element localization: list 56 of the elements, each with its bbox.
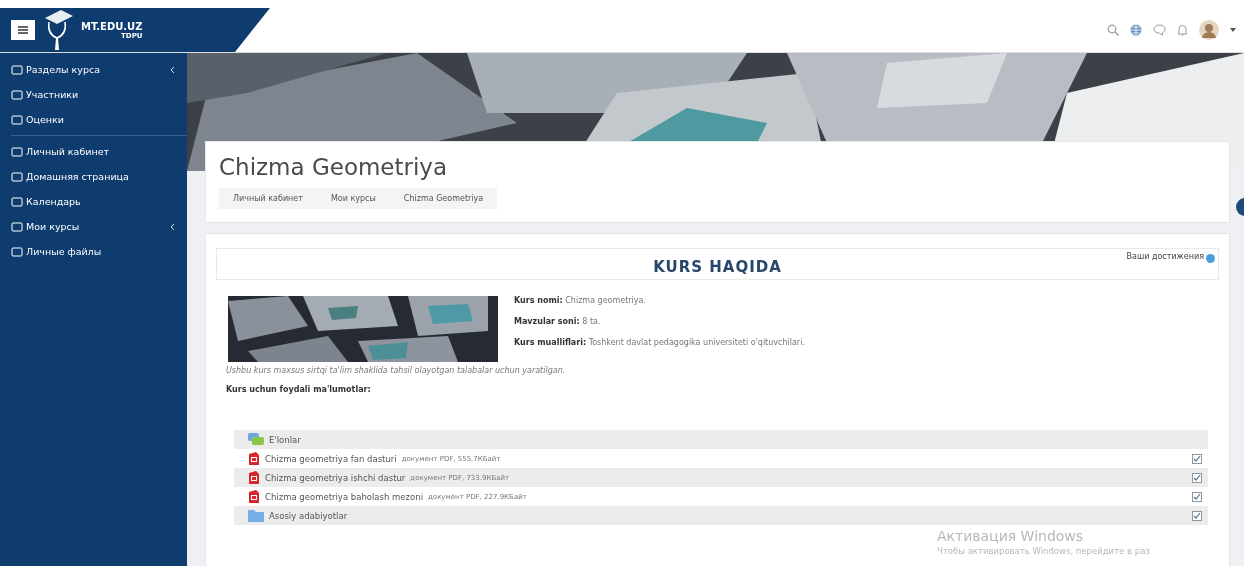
frame-icon bbox=[11, 63, 23, 76]
caret-icon[interactable] bbox=[1230, 28, 1236, 32]
sidebar-item[interactable]: Домашняя страница bbox=[0, 164, 187, 189]
chevron-left-icon[interactable] bbox=[170, 222, 175, 231]
avatar-icon[interactable] bbox=[1199, 20, 1219, 40]
section-heading: KURS HAQIDA bbox=[653, 258, 782, 276]
breadcrumb-link[interactable]: Chizma Geometriya bbox=[389, 188, 498, 209]
useful-info-heading: Kurs uchun foydali ma'lumotlar: bbox=[226, 385, 372, 394]
completion-checkbox[interactable] bbox=[1192, 472, 1202, 483]
pdf-file-icon bbox=[248, 490, 260, 503]
pdf-file-icon bbox=[248, 471, 260, 484]
site-logo-title: MT.EDU.UZ bbox=[81, 20, 143, 32]
frame-icon bbox=[11, 170, 23, 183]
breadcrumb-link[interactable]: Личный кабинет bbox=[219, 188, 317, 209]
page-title: Chizma Geometriya bbox=[219, 154, 449, 180]
completion-checkbox[interactable] bbox=[1192, 453, 1202, 464]
course-description: Ushbu kurs maxsus sirtqi ta'lim shaklida tahsil olayotgan talabalar uchun yaratilgan. bbox=[226, 366, 567, 375]
chevron-left-icon[interactable] bbox=[170, 65, 175, 74]
menu-icon bbox=[18, 26, 28, 34]
globe-icon[interactable] bbox=[1130, 24, 1142, 36]
sidebar-item[interactable]: Личный кабинет bbox=[0, 139, 187, 164]
activation-watermark-title: Активация Windows bbox=[937, 528, 1085, 544]
folder-icon bbox=[248, 509, 264, 522]
sidebar-item[interactable]: Разделы курса bbox=[0, 57, 187, 82]
sidebar-item[interactable]: Календарь bbox=[0, 189, 187, 214]
frame-icon bbox=[11, 113, 23, 126]
achievements-link[interactable]: Ваши достижения bbox=[1126, 252, 1204, 261]
completion-checkbox[interactable] bbox=[1192, 510, 1202, 521]
frame-icon bbox=[11, 245, 23, 258]
pdf-file-icon bbox=[248, 452, 260, 465]
sidebar-item[interactable]: Личные файлы bbox=[0, 239, 187, 264]
activity-link[interactable]: Chizma geometriya baholash mezoni bbox=[265, 491, 423, 502]
frame-icon bbox=[11, 88, 23, 101]
chat-icon[interactable] bbox=[1153, 24, 1166, 36]
chat-bubbles-icon bbox=[248, 433, 264, 446]
help-icon[interactable] bbox=[1206, 254, 1215, 263]
sidebar-item[interactable]: Оценки bbox=[0, 107, 187, 132]
activity-link[interactable]: E'lonlar bbox=[269, 434, 301, 445]
activity-link[interactable]: Asosiy adabiyotlar bbox=[269, 510, 348, 521]
sidebar-item[interactable]: Участники bbox=[0, 82, 187, 107]
frame-icon bbox=[11, 220, 23, 233]
graduation-cap-logo-icon bbox=[43, 8, 73, 52]
sidebar-item[interactable]: Мои курсы bbox=[0, 214, 187, 239]
course-info-text: Kurs nomi: Chizma geometriya. bbox=[514, 296, 647, 305]
bell-icon[interactable] bbox=[1177, 24, 1188, 36]
frame-icon bbox=[11, 145, 23, 158]
course-info-text: Kurs mualliflari: Toshkent davlat pedagogika universiteti o'qituvchilari. bbox=[514, 338, 805, 347]
frame-icon bbox=[11, 195, 23, 208]
menu-button[interactable] bbox=[11, 20, 35, 40]
completion-checkbox[interactable] bbox=[1192, 491, 1202, 502]
breadcrumb-link[interactable]: Мои курсы bbox=[316, 188, 390, 209]
activity-link[interactable]: Chizma geometriya fan dasturi bbox=[265, 453, 397, 464]
course-info-text: Mavzular soni: 8 ta. bbox=[514, 317, 602, 326]
activity-link[interactable]: Chizma geometriya ishchi dastur bbox=[265, 472, 406, 483]
search-icon[interactable] bbox=[1107, 24, 1119, 36]
activation-watermark-text: Чтобы активировать Windows, перейдите в раз bbox=[937, 546, 1150, 556]
